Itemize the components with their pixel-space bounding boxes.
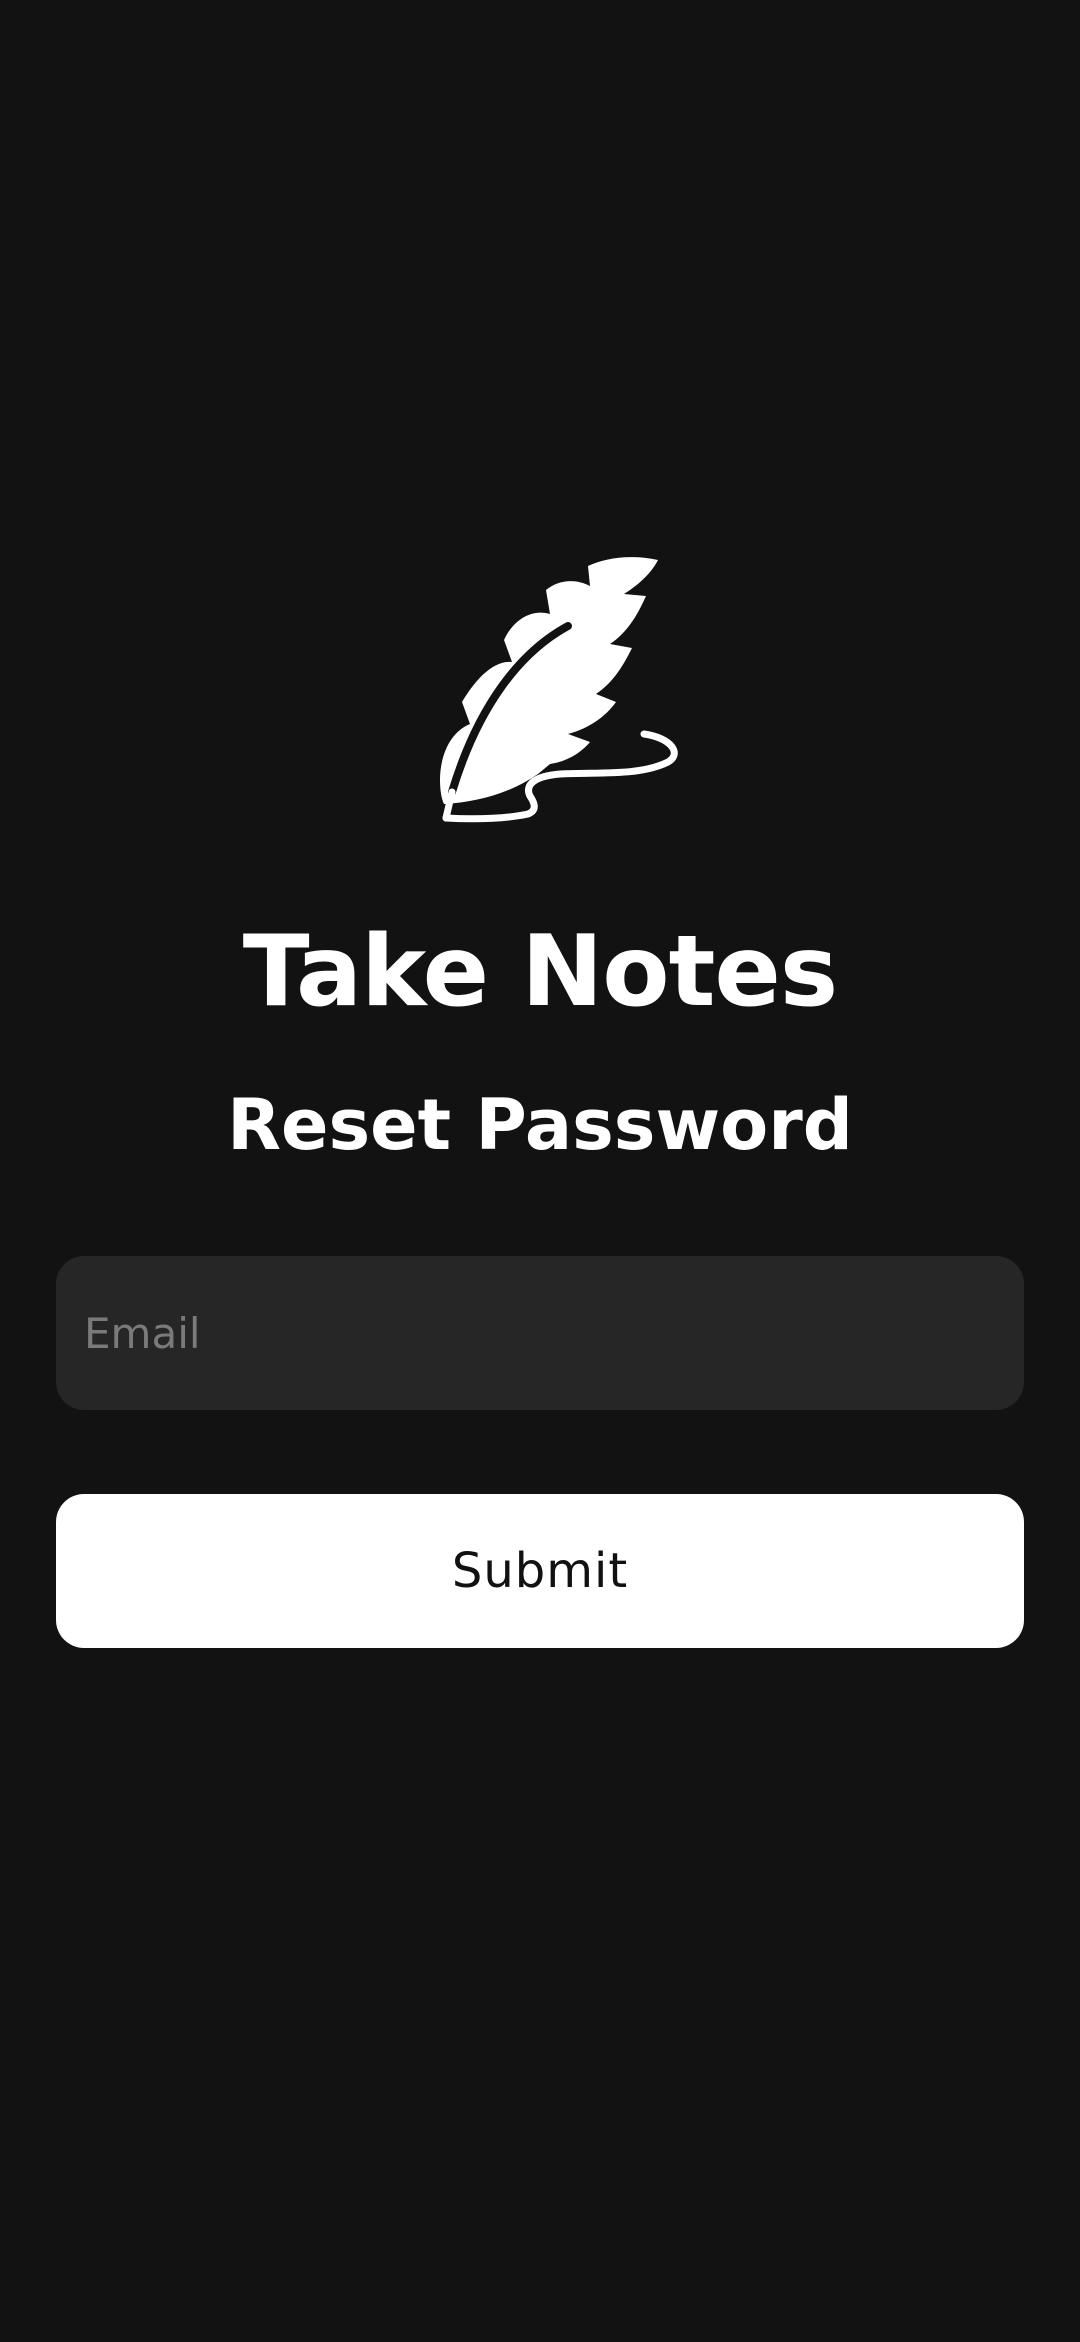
reset-password-screen: Take Notes Reset Password Submit — [0, 0, 1080, 2342]
page-title: Reset Password — [227, 1084, 853, 1166]
submit-button[interactable]: Submit — [56, 1494, 1024, 1648]
email-field[interactable] — [56, 1256, 1024, 1410]
app-title: Take Notes — [242, 915, 838, 1029]
feather-quill-icon — [400, 556, 680, 836]
